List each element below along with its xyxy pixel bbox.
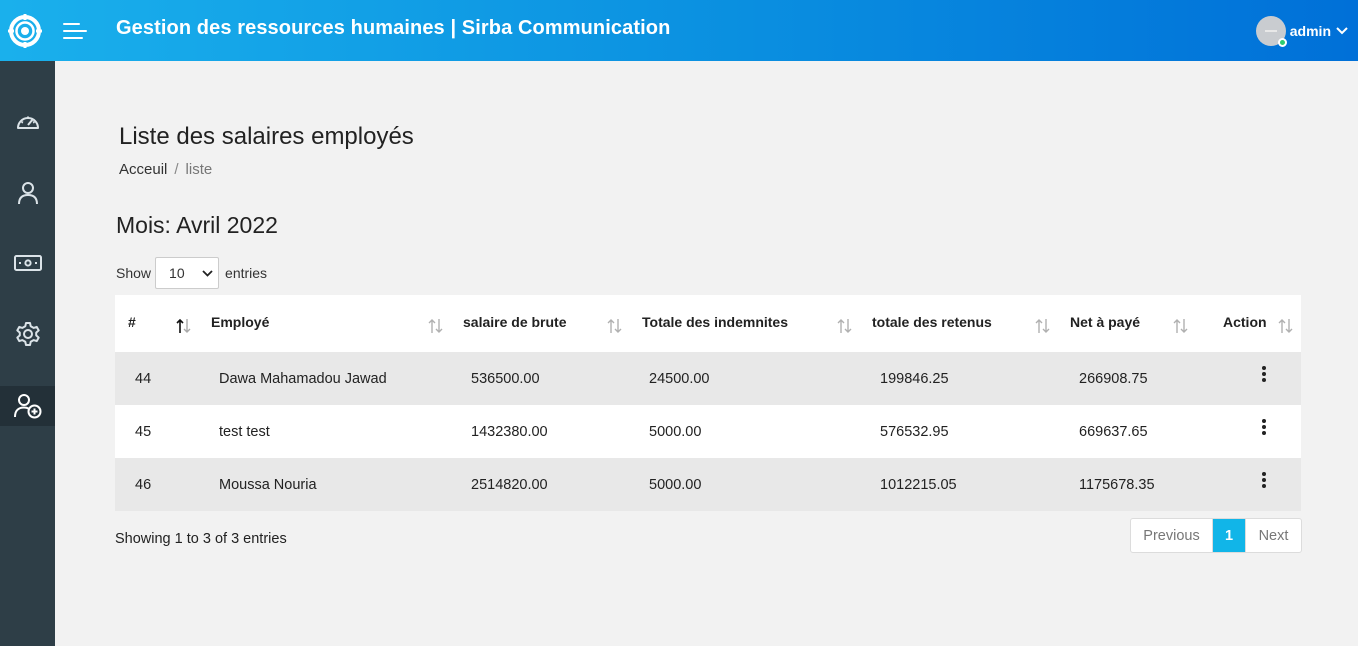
app-title: Gestion des ressources humaines | Sirba … <box>116 17 671 39</box>
sort-icon[interactable] <box>607 318 623 334</box>
cell-net-pay: 266908.75 <box>1079 370 1148 387</box>
cell-net-pay: 669637.65 <box>1079 423 1148 440</box>
sort-icon[interactable] <box>1173 318 1189 334</box>
gear-icon <box>15 322 40 346</box>
sidebar-item-settings[interactable] <box>0 314 55 354</box>
column-header-number[interactable]: # <box>128 295 136 352</box>
cell-allowances: 5000.00 <box>649 476 702 493</box>
page-title: Liste des salaires employés <box>119 123 414 150</box>
breadcrumb-current: liste <box>185 161 213 178</box>
user-icon <box>17 182 38 205</box>
column-header-employee[interactable]: Employé <box>211 295 269 352</box>
table-info: Showing 1 to 3 of 3 entries <box>115 531 287 547</box>
cell-gross-salary: 1432380.00 <box>471 423 548 440</box>
sort-asc-icon[interactable] <box>176 318 192 334</box>
column-header-deductions[interactable]: totale des retenus <box>872 295 992 352</box>
table-row: 44 Dawa Mahamadou Jawad 536500.00 24500.… <box>115 352 1301 405</box>
cell-deductions: 1012215.05 <box>880 476 957 493</box>
cell-number: 45 <box>135 423 152 440</box>
dashboard-icon <box>16 116 39 129</box>
more-actions-icon[interactable] <box>1261 472 1267 492</box>
cell-number: 46 <box>135 476 152 493</box>
pagination: Previous 1 Next <box>1130 518 1302 553</box>
money-icon <box>13 255 42 271</box>
table-row: 46 Moussa Nouria 2514820.00 5000.00 1012… <box>115 458 1301 511</box>
column-header-gross-salary[interactable]: salaire de brute <box>463 295 567 352</box>
more-actions-icon[interactable] <box>1261 366 1267 386</box>
sort-icon[interactable] <box>837 318 853 334</box>
menu-toggle-icon[interactable] <box>63 20 87 42</box>
entries-per-page-value: 10 <box>169 265 185 281</box>
user-name: admin <box>1289 23 1331 39</box>
month-heading: Mois: Avril 2022 <box>116 212 278 238</box>
column-header-net-pay[interactable]: Net à payé <box>1070 295 1140 352</box>
next-page-button[interactable]: Next <box>1245 519 1301 552</box>
entries-label: entries <box>225 265 268 281</box>
cell-deductions: 576532.95 <box>880 423 949 440</box>
chevron-down-icon <box>1336 27 1348 35</box>
show-label: Show <box>116 265 152 281</box>
cell-gross-salary: 536500.00 <box>471 370 540 387</box>
sidebar-item-dashboard[interactable] <box>0 103 55 143</box>
avatar <box>1255 16 1287 47</box>
salary-table: # Employé salaire de brute Totale des in… <box>115 295 1301 511</box>
sidebar-item-salaries[interactable] <box>0 386 55 426</box>
cell-deductions: 199846.25 <box>880 370 949 387</box>
sort-icon[interactable] <box>428 318 444 334</box>
main-content: Liste des salaires employés Acceuil / list… <box>55 61 1358 646</box>
user-menu[interactable]: admin <box>1255 16 1348 47</box>
online-status-icon <box>1277 38 1287 47</box>
app-logo-icon[interactable] <box>8 14 42 48</box>
entries-per-page-select[interactable]: 10 <box>155 257 220 289</box>
table-header-row: # Employé salaire de brute Totale des in… <box>115 295 1301 352</box>
column-header-action[interactable]: Action <box>1223 295 1267 352</box>
user-add-icon <box>13 394 41 419</box>
cell-employee: test test <box>219 423 270 440</box>
breadcrumb-separator: / <box>174 161 179 178</box>
table-row: 45 test test 1432380.00 5000.00 576532.9… <box>115 405 1301 458</box>
sidebar-item-payroll[interactable] <box>0 243 55 283</box>
sidebar-item-employees[interactable] <box>0 173 55 213</box>
cell-allowances: 5000.00 <box>649 423 702 440</box>
sort-icon[interactable] <box>1035 318 1051 334</box>
sort-icon[interactable] <box>1278 318 1294 334</box>
cell-net-pay: 1175678.35 <box>1079 476 1155 493</box>
breadcrumb: Acceuil / liste <box>119 161 212 178</box>
top-bar: Gestion des ressources humaines | Sirba … <box>0 0 1358 61</box>
sidebar <box>0 61 55 646</box>
column-header-allowances[interactable]: Totale des indemnites <box>642 295 788 352</box>
cell-number: 44 <box>135 370 152 387</box>
entries-length-control: Show 10 entries <box>116 257 267 289</box>
previous-page-button[interactable]: Previous <box>1131 519 1213 552</box>
cell-gross-salary: 2514820.00 <box>471 476 548 493</box>
page-1-button[interactable]: 1 <box>1213 519 1245 552</box>
cell-allowances: 24500.00 <box>649 370 710 387</box>
cell-employee: Dawa Mahamadou Jawad <box>219 370 387 387</box>
breadcrumb-home-link[interactable]: Acceuil <box>119 161 167 178</box>
chevron-down-icon <box>202 270 213 277</box>
more-actions-icon[interactable] <box>1261 419 1267 439</box>
cell-employee: Moussa Nouria <box>219 476 317 493</box>
